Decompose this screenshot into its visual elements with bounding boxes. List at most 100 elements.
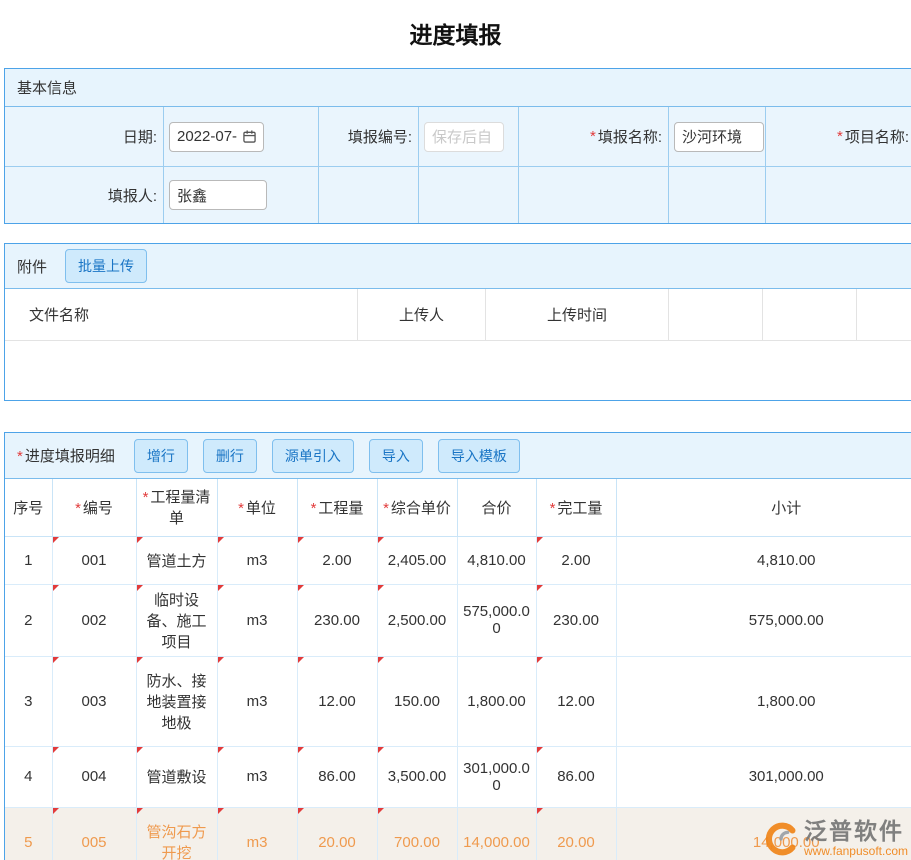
empty-cell xyxy=(319,167,419,223)
col-completed: 完工量 xyxy=(536,479,616,536)
unit-price-cell[interactable]: 150.00 xyxy=(377,656,457,746)
col-file-name: 文件名称 xyxy=(5,289,358,340)
filler-cell: 张鑫 xyxy=(164,167,319,223)
subtotal-cell: 575,000.00 xyxy=(616,584,911,656)
watermark-text: 泛普软件 www.fanpusoft.com xyxy=(804,819,908,858)
subtotal-cell: 4,810.00 xyxy=(616,536,911,584)
quantity-cell[interactable]: 86.00 xyxy=(297,746,377,807)
col-total: 合价 xyxy=(457,479,536,536)
detail-row-2: 2 002 临时设备、施工项目 m3 230.00 2,500.00 575,0… xyxy=(5,584,911,656)
report-no-cell: 保存后自 xyxy=(419,107,519,167)
report-name-label: 填报名称: xyxy=(519,107,669,167)
date-cell: 2022-07- xyxy=(164,107,319,167)
col-empty-2 xyxy=(763,289,857,340)
unit-cell[interactable]: m3 xyxy=(217,584,297,656)
add-row-button[interactable]: 增行 xyxy=(134,439,188,473)
code-cell[interactable]: 004 xyxy=(52,746,136,807)
detail-header: 进度填报明细 增行 删行 源单引入 导入 导入模板 xyxy=(5,433,911,479)
code-cell[interactable]: 001 xyxy=(52,536,136,584)
calendar-icon[interactable] xyxy=(243,130,256,143)
unit-cell[interactable]: m3 xyxy=(217,536,297,584)
subtotal-cell: 1,800.00 xyxy=(616,656,911,746)
date-label: 日期: xyxy=(5,107,164,167)
filler-label: 填报人: xyxy=(5,167,164,223)
report-name-input[interactable]: 沙河环境 xyxy=(674,122,764,152)
item-cell[interactable]: 管道土方 xyxy=(136,536,217,584)
fanpu-logo-icon xyxy=(762,820,800,858)
detail-title: 进度填报明细 xyxy=(17,445,115,466)
unit-cell[interactable]: m3 xyxy=(217,746,297,807)
code-cell[interactable]: 005 xyxy=(52,807,136,860)
watermark-url: www.fanpusoft.com xyxy=(804,845,908,858)
col-code: 编号 xyxy=(52,479,136,536)
unit-price-cell[interactable]: 2,405.00 xyxy=(377,536,457,584)
detail-row-3: 3 003 防水、接地装置接地极 m3 12.00 150.00 1,800.0… xyxy=(5,656,911,746)
seq-cell: 2 xyxy=(5,584,52,656)
attachments-title: 附件 xyxy=(17,256,47,277)
quantity-cell[interactable]: 12.00 xyxy=(297,656,377,746)
detail-table: 序号 编号 工程量清单 单位 工程量 综合单价 合价 完工量 小计 1 001 … xyxy=(5,479,911,860)
seq-cell: 4 xyxy=(5,746,52,807)
unit-price-cell[interactable]: 700.00 xyxy=(377,807,457,860)
unit-cell[interactable]: m3 xyxy=(217,656,297,746)
import-button[interactable]: 导入 xyxy=(369,439,423,473)
import-template-button[interactable]: 导入模板 xyxy=(438,439,520,473)
report-no-label: 填报编号: xyxy=(319,107,419,167)
date-value: 2022-07- xyxy=(177,128,237,145)
item-cell[interactable]: 临时设备、施工项目 xyxy=(136,584,217,656)
attachments-section: 附件 批量上传 文件名称 上传人 上传时间 xyxy=(4,243,911,401)
detail-row-1: 1 001 管道土方 m3 2.00 2,405.00 4,810.00 2.0… xyxy=(5,536,911,584)
completed-cell[interactable]: 230.00 xyxy=(536,584,616,656)
unit-cell[interactable]: m3 xyxy=(217,807,297,860)
watermark: 泛普软件 www.fanpusoft.com xyxy=(762,819,908,858)
empty-cell xyxy=(669,167,766,223)
source-import-button[interactable]: 源单引入 xyxy=(272,439,354,473)
col-empty-3 xyxy=(857,289,911,340)
completed-cell[interactable]: 86.00 xyxy=(536,746,616,807)
basic-info-header: 基本信息 xyxy=(5,69,911,107)
col-subtotal: 小计 xyxy=(616,479,911,536)
empty-cell xyxy=(519,167,669,223)
empty-cell xyxy=(419,167,519,223)
basic-info-section: 基本信息 日期: 2022-07- 填报编号: 保存后自 填报名称: 沙河环境 xyxy=(4,68,911,224)
col-unit-price: 综合单价 xyxy=(377,479,457,536)
page-title: 进度填报 xyxy=(0,0,911,68)
item-cell[interactable]: 管沟石方开挖 xyxy=(136,807,217,860)
detail-row-4: 4 004 管道敷设 m3 86.00 3,500.00 301,000.00 … xyxy=(5,746,911,807)
delete-row-button[interactable]: 删行 xyxy=(203,439,257,473)
progress-report-page: 进度填报 基本信息 日期: 2022-07- 填报编号: 保存后自 填报名称: xyxy=(0,0,911,860)
completed-cell[interactable]: 12.00 xyxy=(536,656,616,746)
detail-section: 进度填报明细 增行 删行 源单引入 导入 导入模板 序号 编号 工程量清单 单位… xyxy=(4,432,911,860)
filler-input[interactable]: 张鑫 xyxy=(169,180,267,210)
col-seq: 序号 xyxy=(5,479,52,536)
col-uploader: 上传人 xyxy=(358,289,486,340)
item-cell[interactable]: 防水、接地装置接地极 xyxy=(136,656,217,746)
quantity-cell[interactable]: 2.00 xyxy=(297,536,377,584)
total-cell: 575,000.00 xyxy=(457,584,536,656)
attachments-table-header: 文件名称 上传人 上传时间 xyxy=(5,289,911,341)
total-cell: 301,000.00 xyxy=(457,746,536,807)
basic-info-grid: 日期: 2022-07- 填报编号: 保存后自 填报名称: 沙河环境 项目名称:… xyxy=(5,107,911,223)
report-no-input[interactable]: 保存后自 xyxy=(424,122,504,152)
seq-cell: 5 xyxy=(5,807,52,860)
total-cell: 4,810.00 xyxy=(457,536,536,584)
col-unit: 单位 xyxy=(217,479,297,536)
total-cell: 14,000.00 xyxy=(457,807,536,860)
item-cell[interactable]: 管道敷设 xyxy=(136,746,217,807)
unit-price-cell[interactable]: 2,500.00 xyxy=(377,584,457,656)
total-cell: 1,800.00 xyxy=(457,656,536,746)
project-name-label: 项目名称: xyxy=(766,107,911,167)
batch-upload-button[interactable]: 批量上传 xyxy=(65,249,147,283)
completed-cell[interactable]: 20.00 xyxy=(536,807,616,860)
detail-table-header-row: 序号 编号 工程量清单 单位 工程量 综合单价 合价 完工量 小计 xyxy=(5,479,911,536)
attachments-empty-body xyxy=(5,341,911,400)
completed-cell[interactable]: 2.00 xyxy=(536,536,616,584)
date-input[interactable]: 2022-07- xyxy=(169,122,264,152)
code-cell[interactable]: 002 xyxy=(52,584,136,656)
unit-price-cell[interactable]: 3,500.00 xyxy=(377,746,457,807)
quantity-cell[interactable]: 230.00 xyxy=(297,584,377,656)
report-name-cell: 沙河环境 xyxy=(669,107,766,167)
code-cell[interactable]: 003 xyxy=(52,656,136,746)
quantity-cell[interactable]: 20.00 xyxy=(297,807,377,860)
col-empty-1 xyxy=(669,289,763,340)
